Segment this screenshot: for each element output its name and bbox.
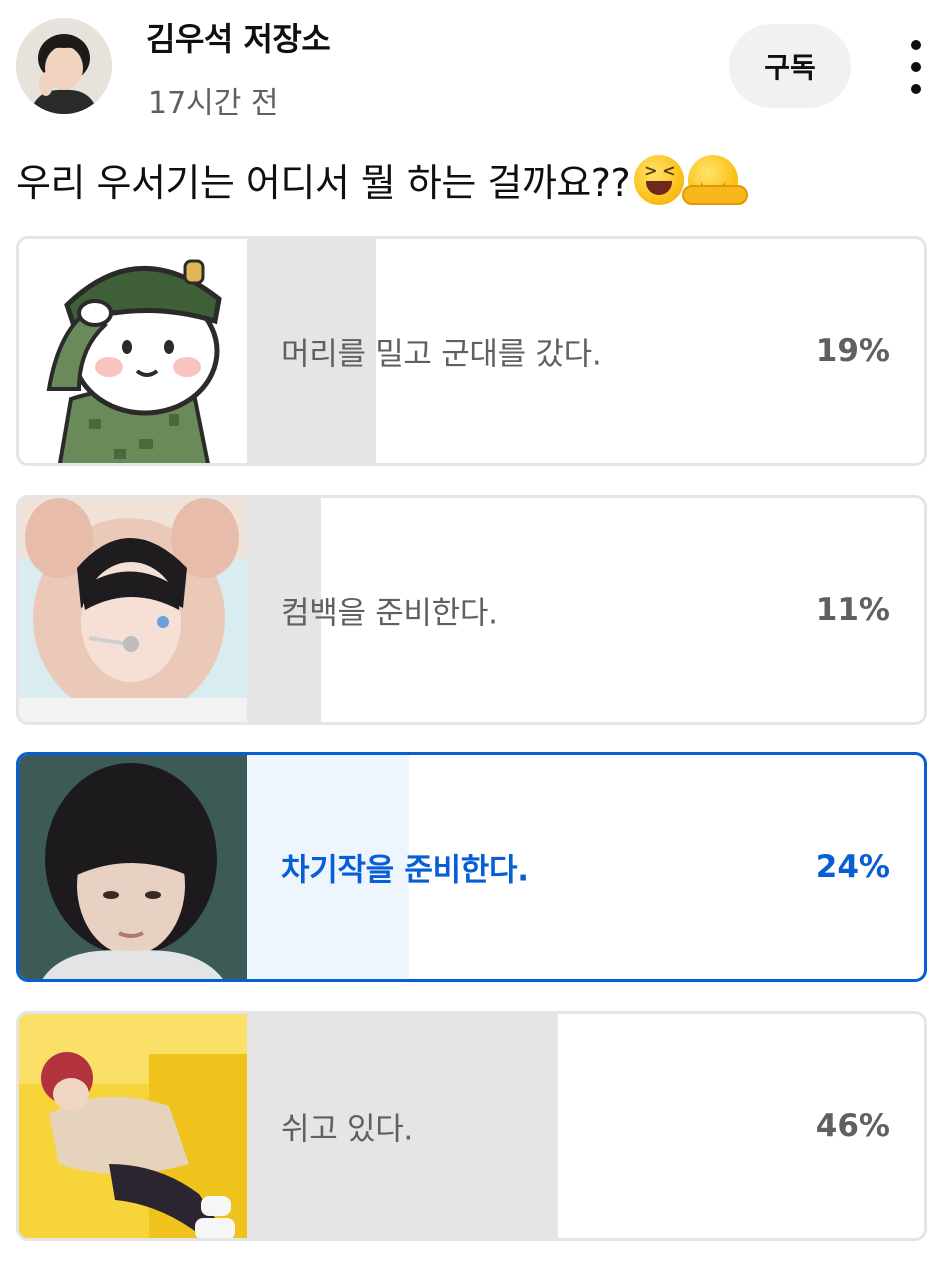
option-2-percent: 11%: [815, 592, 890, 628]
option-1-percent: 19%: [815, 333, 890, 369]
poll-option-2[interactable]: 컴백을 준비한다. 11%: [16, 495, 927, 725]
hugging-face-icon: [682, 154, 749, 205]
post-header: 김우석 저장소 17시간 전 구독: [0, 0, 937, 130]
poll-question: 우리 우서기는 어디서 뭘 하는 걸까요??: [16, 152, 749, 207]
option-4-percent: 46%: [815, 1108, 890, 1144]
channel-avatar[interactable]: [16, 18, 112, 114]
lying-on-sofa-image: [19, 1014, 247, 1238]
more-dot: [911, 62, 921, 72]
option-1-label: 머리를 밀고 군대를 갔다.: [281, 336, 602, 373]
poll-option-4[interactable]: 쉬고 있다. 46%: [16, 1011, 927, 1241]
option-2-label: 컴백을 준비한다.: [281, 595, 498, 632]
more-options-icon[interactable]: [898, 40, 934, 94]
post-timestamp: 17시간 전: [148, 86, 279, 121]
option-4-label: 쉬고 있다.: [281, 1111, 413, 1148]
poll-option-3[interactable]: 차기작을 준비한다. 24%: [16, 752, 927, 982]
subscribe-button[interactable]: 구독: [729, 24, 851, 108]
poll-option-1[interactable]: 머리를 밀고 군대를 갔다. 19%: [16, 236, 927, 466]
more-dot: [911, 84, 921, 94]
option-3-label: 차기작을 준비한다.: [281, 852, 529, 889]
more-dot: [911, 40, 921, 50]
performer-headset-image: [19, 498, 247, 722]
cartoon-soldier-image: [19, 239, 247, 463]
actor-portrait-image: [19, 755, 247, 979]
grinning-squinting-face-icon: [634, 154, 685, 205]
option-3-percent: 24%: [815, 849, 890, 885]
channel-name[interactable]: 김우석 저장소: [146, 14, 331, 60]
poll-question-text: 우리 우서기는 어디서 뭘 하는 걸까요??: [16, 161, 631, 205]
